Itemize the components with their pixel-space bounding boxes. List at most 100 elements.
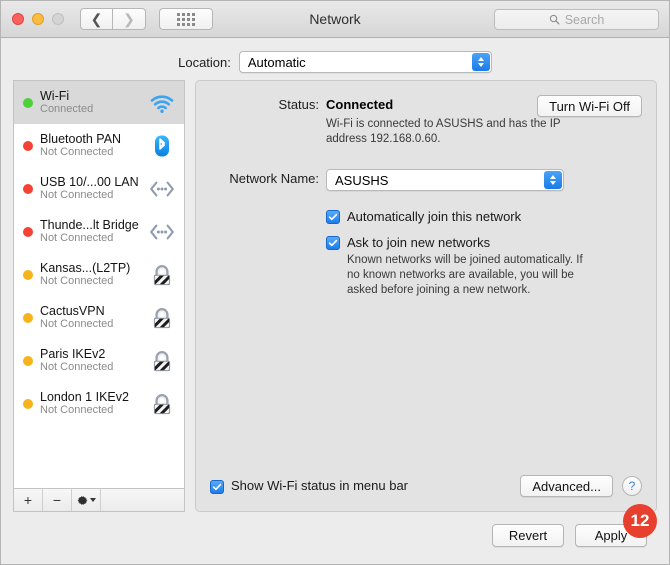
panel-bottom-bar: Show Wi-Fi status in menu bar Advanced..… [210, 475, 642, 497]
content-area: Wi-Fi Connected Bluetooth PAN Not Connecte… [1, 80, 669, 512]
search-icon [549, 14, 560, 25]
auto-join-row[interactable]: Automatically join this network [326, 209, 642, 225]
status-dot-red [23, 140, 33, 151]
help-button[interactable]: ? [622, 476, 642, 496]
location-row: Location: Automatic [1, 38, 669, 80]
search-placeholder: Search [564, 12, 605, 27]
traffic-lights [12, 13, 64, 25]
chevron-updown-icon [544, 171, 562, 189]
ask-join-row[interactable]: Ask to join new networks [326, 235, 642, 251]
status-dot-red [23, 226, 33, 237]
location-value: Automatic [247, 54, 306, 70]
interface-name: Wi-Fi [40, 89, 70, 103]
sidebar: Wi-Fi Connected Bluetooth PAN Not Connecte… [13, 80, 185, 512]
chevron-left-icon: ❮ [90, 11, 103, 27]
interface-status: Not Connected [40, 189, 114, 201]
status-dot-green [23, 97, 33, 108]
interface-text: Paris IKEv2 Not Connected [40, 347, 141, 374]
toolbar-filler [101, 489, 184, 511]
revert-button[interactable]: Revert [492, 523, 564, 547]
network-name-select[interactable]: ASUSHS [326, 169, 564, 191]
interface-status: Connected [40, 103, 94, 115]
interface-row[interactable]: Bluetooth PAN Not Connected [14, 124, 184, 167]
chevron-down-icon [90, 498, 96, 502]
interface-row[interactable]: Thunde...lt Bridge Not Connected [14, 210, 184, 253]
interface-name: Kansas...(L2TP) [40, 261, 131, 275]
interface-status: Not Connected [40, 404, 114, 416]
wifi-icon [150, 94, 174, 113]
ask-join-checkbox[interactable] [326, 236, 340, 250]
grid-view-icon [177, 12, 195, 26]
vpn-lock-icon [153, 307, 171, 328]
ask-join-label: Ask to join new networks [347, 235, 491, 250]
interface-name: CactusVPN [40, 304, 105, 318]
close-button[interactable] [12, 13, 24, 25]
minimize-button[interactable] [32, 13, 44, 25]
interface-status: Not Connected [40, 275, 114, 287]
auto-join-checkbox[interactable] [326, 210, 340, 224]
window-titlebar: ❮ ❯ Network Search [1, 1, 669, 38]
vpn-lock-icon [153, 393, 171, 414]
interface-row[interactable]: CactusVPN Not Connected [14, 296, 184, 339]
back-button[interactable]: ❮ [80, 8, 113, 30]
window-footer: Revert Apply [1, 512, 669, 564]
wifi-settings-panel: Status: Connected Wi-Fi is connected to … [195, 80, 657, 512]
status-dot-orange [23, 312, 33, 323]
checkmark-icon [212, 483, 222, 490]
location-label: Location: [178, 54, 231, 70]
auto-join-label: Automatically join this network [347, 209, 522, 224]
advanced-button[interactable]: Advanced... [520, 475, 613, 497]
chevron-right-icon: ❯ [123, 11, 135, 27]
remove-interface-button[interactable]: − [43, 489, 72, 511]
interface-text: USB 10/...00 LAN Not Connected [40, 175, 141, 202]
interface-status: Not Connected [40, 232, 114, 244]
show-menubar-label: Show Wi-Fi status in menu bar [231, 478, 409, 493]
gear-icon [77, 495, 88, 505]
interface-text: Wi-Fi Connected [40, 89, 141, 116]
plus-icon: + [23, 492, 33, 508]
interface-text: Kansas...(L2TP) Not Connected [40, 261, 141, 288]
add-interface-button[interactable]: + [14, 489, 43, 511]
interface-row[interactable]: London 1 IKEv2 Not Connected [14, 382, 184, 425]
search-input[interactable]: Search [494, 9, 659, 30]
ethernet-icon [150, 181, 174, 196]
annotation-badge: 12 [623, 504, 657, 538]
status-dot-red [23, 183, 33, 194]
interface-list[interactable]: Wi-Fi Connected Bluetooth PAN Not Connecte… [13, 80, 185, 488]
minus-icon: − [52, 492, 62, 508]
network-name-value: ASUSHS [335, 172, 389, 188]
forward-button[interactable]: ❯ [113, 8, 146, 30]
show-all-button[interactable] [159, 8, 213, 30]
show-menubar-checkbox[interactable] [210, 479, 224, 494]
turn-wifi-off-button[interactable]: Turn Wi-Fi Off [537, 95, 642, 117]
status-description: Wi-Fi is connected to ASUSHS and has the… [326, 118, 561, 145]
network-name-label: Network Name: [229, 171, 319, 186]
ask-join-help-text: Known networks will be joined automatica… [347, 254, 583, 296]
interface-status: Not Connected [40, 146, 114, 158]
status-label: Status: [278, 97, 319, 112]
interface-name: Thunde...lt Bridge [40, 218, 139, 232]
network-name-row: Network Name: ASUSHS [210, 169, 642, 191]
checkmark-icon [328, 213, 338, 221]
interface-row[interactable]: USB 10/...00 LAN Not Connected [14, 167, 184, 210]
interface-text: Thunde...lt Bridge Not Connected [40, 218, 141, 245]
navigation-buttons: ❮ ❯ [80, 8, 146, 30]
status-dot-orange [23, 269, 33, 280]
interface-row[interactable]: Kansas...(L2TP) Not Connected [14, 253, 184, 296]
zoom-button [52, 13, 64, 25]
interface-list-toolbar: + − [13, 488, 185, 512]
status-dot-orange [23, 355, 33, 366]
interface-row[interactable]: Wi-Fi Connected [14, 81, 184, 124]
interface-text: London 1 IKEv2 Not Connected [40, 390, 141, 417]
interface-row[interactable]: Paris IKEv2 Not Connected [14, 339, 184, 382]
location-select[interactable]: Automatic [238, 51, 492, 73]
interface-name: London 1 IKEv2 [40, 390, 129, 404]
interface-status: Not Connected [40, 318, 114, 330]
ethernet-icon [150, 224, 174, 239]
interface-actions-button[interactable] [72, 489, 101, 511]
vpn-lock-icon [153, 264, 171, 285]
panel-actions: Advanced... ? [520, 475, 642, 497]
interface-name: USB 10/...00 LAN [40, 175, 139, 189]
status-dot-orange [23, 398, 33, 409]
show-menubar-row[interactable]: Show Wi-Fi status in menu bar [210, 478, 408, 494]
